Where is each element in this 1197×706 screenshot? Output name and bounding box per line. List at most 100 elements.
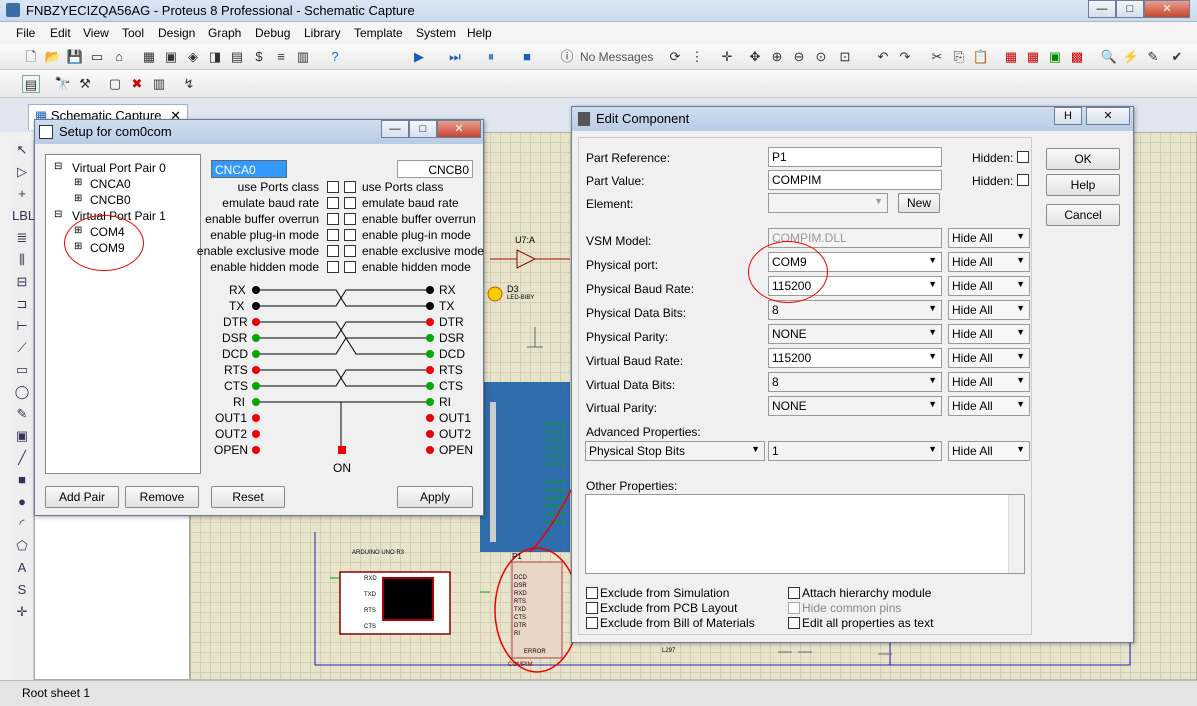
block-delete-icon[interactable]: ▩ — [1068, 48, 1086, 66]
tree-expander-icon[interactable]: ⊟ — [54, 161, 62, 172]
setup-close-button[interactable]: ✕ — [437, 120, 481, 138]
menu-help[interactable]: Help — [467, 26, 492, 40]
step-icon[interactable]: ⏭ — [446, 48, 464, 66]
tree-expander-icon[interactable]: ⊟ — [54, 209, 62, 220]
refresh-icon[interactable]: ⟳ — [666, 48, 684, 66]
text-icon[interactable]: A — [12, 558, 32, 578]
virtual-parity-select[interactable]: NONE ▼ — [768, 396, 942, 416]
paste-icon[interactable]: 📋 — [972, 48, 990, 66]
arc-icon[interactable]: ◜ — [12, 514, 32, 534]
menu-graph[interactable]: Graph — [208, 26, 241, 40]
new-file-icon[interactable]: 🗋 — [22, 48, 40, 66]
zoom-out-icon[interactable]: ⊖ — [790, 48, 808, 66]
redo-icon[interactable]: ↷ — [896, 48, 914, 66]
zoom-all-icon[interactable]: ⊙ — [812, 48, 830, 66]
hide-select[interactable]: Hide All ▼ — [948, 252, 1030, 272]
right-option-checkbox[interactable] — [344, 197, 356, 209]
notes-icon[interactable]: ≡ — [272, 48, 290, 66]
right-option-checkbox[interactable] — [344, 213, 356, 225]
hide-select[interactable]: Hide All ▼ — [948, 324, 1030, 344]
instrument-icon[interactable]: ▣ — [12, 426, 32, 446]
virtual-data-bits-select[interactable]: 8 ▼ — [768, 372, 942, 392]
apply-button[interactable]: Apply — [397, 486, 473, 508]
tape-icon[interactable]: ▭ — [12, 360, 32, 380]
property-tool-icon[interactable]: ✎ — [1144, 48, 1162, 66]
menu-file[interactable]: File — [16, 26, 35, 40]
right-option-checkbox[interactable] — [344, 229, 356, 241]
add-pair-button[interactable]: Add Pair — [45, 486, 119, 508]
marker-icon[interactable]: ✛ — [12, 602, 32, 622]
wire-label-icon[interactable]: LBL — [12, 206, 35, 226]
design-explorer-icon[interactable]: ◨ — [206, 48, 224, 66]
attach-hierarchy-checkbox[interactable] — [788, 587, 800, 599]
export-icon[interactable]: ↯ — [180, 75, 198, 93]
close-button[interactable]: ✕ — [1144, 0, 1190, 18]
on-dot[interactable] — [338, 446, 346, 454]
right-option-checkbox[interactable] — [344, 261, 356, 273]
help-button[interactable]: Help — [1046, 174, 1120, 196]
new-element-button[interactable]: New — [898, 193, 940, 213]
junction-icon[interactable]: + — [12, 184, 32, 204]
source-icon[interactable]: ▥ — [294, 48, 312, 66]
block-rotate-icon[interactable]: ▣ — [1046, 48, 1064, 66]
undo-icon[interactable]: ↶ — [874, 48, 892, 66]
home-icon[interactable]: ⌂ — [110, 48, 128, 66]
left-option-checkbox[interactable] — [327, 245, 339, 257]
grid-icon[interactable]: ⋮ — [688, 48, 706, 66]
gerber-icon[interactable]: ◈ — [184, 48, 202, 66]
part-reference-input[interactable]: P1 — [768, 147, 942, 167]
zoom-in-icon[interactable]: ⊕ — [768, 48, 786, 66]
advanced-property-select[interactable]: Physical Stop Bits ▼ — [585, 441, 765, 461]
block-move-icon[interactable]: ▦ — [1024, 48, 1042, 66]
component-icon[interactable]: ▷ — [12, 162, 32, 182]
circle-icon[interactable]: ● — [12, 492, 32, 512]
signal-dot[interactable] — [252, 318, 260, 326]
menu-design[interactable]: Design — [158, 26, 195, 40]
advanced-value-select[interactable]: 1 ▼ — [768, 441, 942, 461]
selection-mode-icon[interactable]: ↖ — [12, 140, 32, 160]
other-properties-textarea[interactable] — [585, 494, 1025, 574]
edit-help-title-button[interactable]: H — [1054, 107, 1082, 125]
save-icon[interactable]: 💾 — [66, 48, 84, 66]
open-folder-icon[interactable]: 📂 — [44, 48, 62, 66]
signal-dot[interactable] — [426, 302, 434, 310]
signal-dot[interactable] — [426, 414, 434, 422]
pan-icon[interactable]: ✥ — [746, 48, 764, 66]
hide-select[interactable]: Hide All ▼ — [948, 372, 1030, 392]
tree-expander-icon[interactable]: ⊞ — [74, 193, 82, 204]
signal-dot[interactable] — [252, 302, 260, 310]
maximize-button[interactable]: □ — [1116, 0, 1144, 18]
hide-select[interactable]: Hide All ▼ — [948, 276, 1030, 296]
signal-dot[interactable] — [252, 286, 260, 294]
signal-dot[interactable] — [252, 350, 260, 358]
right-port-name[interactable]: CNCB0 — [397, 160, 473, 178]
stop-icon[interactable]: ■ — [518, 48, 536, 66]
origin-icon[interactable]: ✛ — [718, 48, 736, 66]
hidden-value-checkbox[interactable] — [1017, 174, 1029, 186]
hide-select[interactable]: Hide All ▼ — [948, 228, 1030, 248]
signal-dot[interactable] — [426, 366, 434, 374]
help-icon[interactable]: ? — [326, 48, 344, 66]
setup-minimize-button[interactable]: — — [381, 120, 409, 138]
physical-parity-select[interactable]: NONE ▼ — [768, 324, 942, 344]
hide-select[interactable]: Hide All ▼ — [948, 348, 1030, 368]
hide-select[interactable]: Hide All ▼ — [948, 300, 1030, 320]
bus-icon[interactable]: ⫼ — [12, 250, 32, 270]
graph-icon[interactable]: ⟋ — [12, 338, 32, 358]
block-copy-icon[interactable]: ▦ — [1002, 48, 1020, 66]
menu-library[interactable]: Library — [304, 26, 341, 40]
symbol-icon[interactable]: S — [12, 580, 32, 600]
menu-debug[interactable]: Debug — [255, 26, 290, 40]
goto-sheet-icon[interactable]: ▥ — [150, 75, 168, 93]
left-option-checkbox[interactable] — [327, 261, 339, 273]
close-file-icon[interactable]: ▭ — [88, 48, 106, 66]
right-option-checkbox[interactable] — [344, 181, 356, 193]
menu-tool[interactable]: Tool — [122, 26, 144, 40]
signal-dot[interactable] — [426, 430, 434, 438]
terminal-icon[interactable]: ⊐ — [12, 294, 32, 314]
search-icon[interactable]: 🔍 — [1100, 48, 1118, 66]
signal-dot[interactable] — [426, 398, 434, 406]
subcircuit-icon[interactable]: ⊟ — [12, 272, 32, 292]
signal-dot[interactable] — [252, 414, 260, 422]
setup-maximize-button[interactable]: □ — [409, 120, 437, 138]
